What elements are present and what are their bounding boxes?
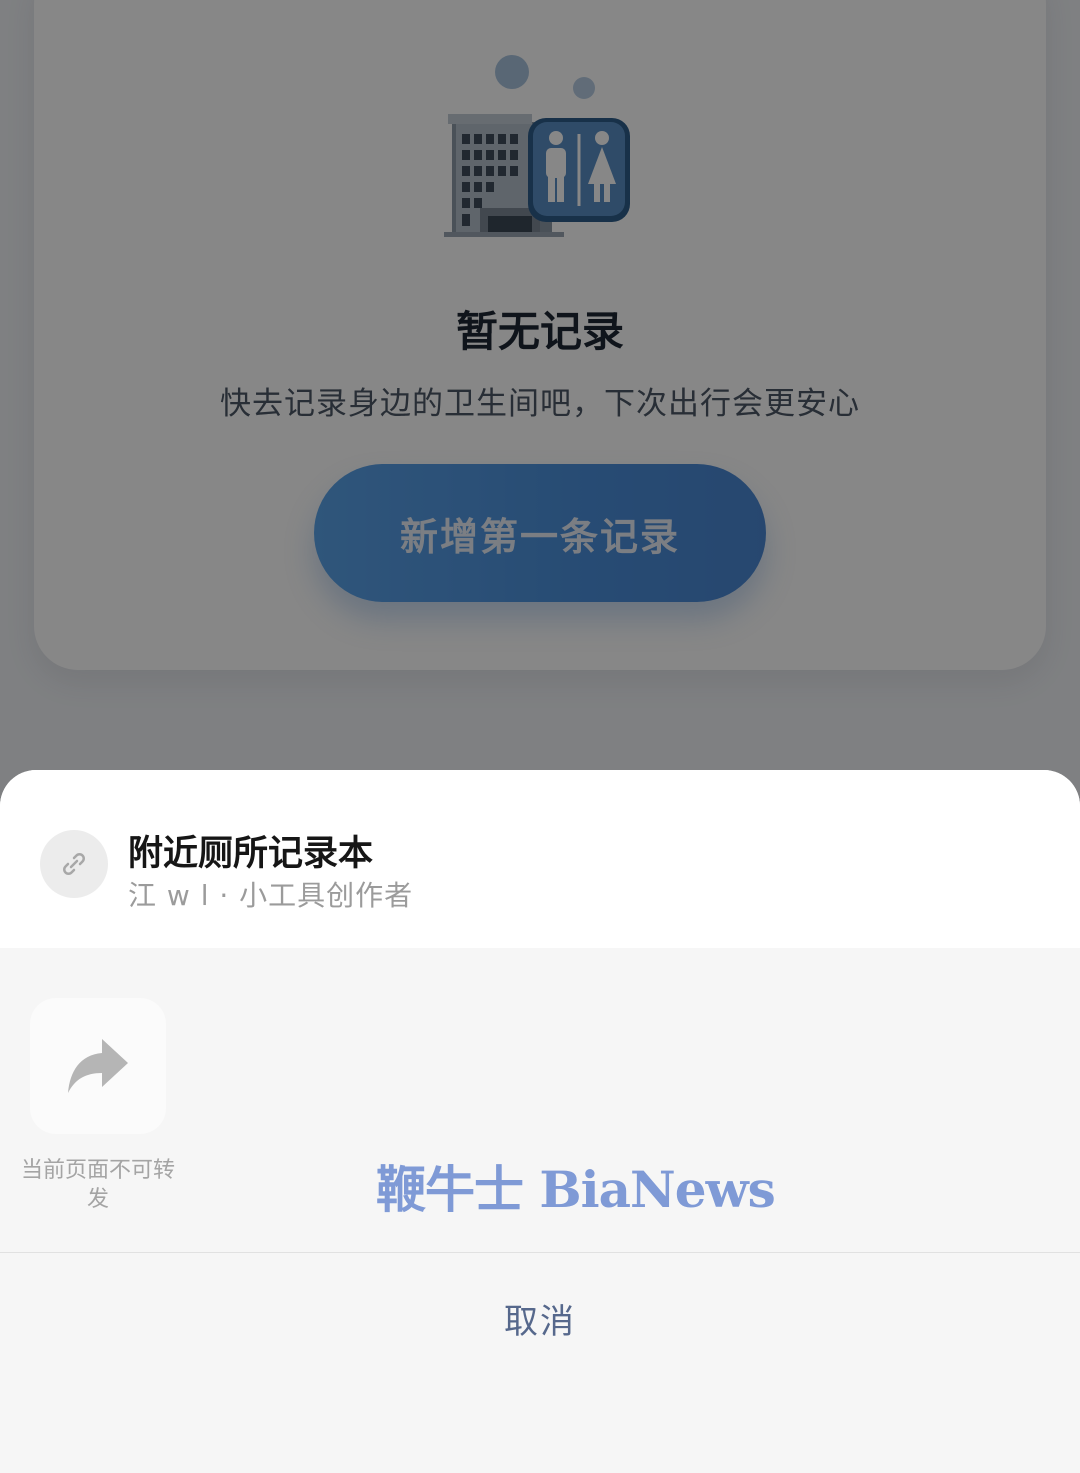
share-sheet: 附近厕所记录本 江 w l · 小工具创作者 当前页面不可转发 鞭牛士 BiaN… xyxy=(0,770,1080,1473)
cancel-button[interactable]: 取消 xyxy=(0,1253,1080,1383)
bianews-watermark: 鞭牛士 BiaNews xyxy=(376,1160,776,1219)
forward-action-tile[interactable] xyxy=(30,998,166,1134)
forward-arrow-icon xyxy=(68,1039,128,1093)
forward-action-label: 当前页面不可转发 xyxy=(20,1158,175,1212)
mini-program-header: 附近厕所记录本 江 w l · 小工具创作者 xyxy=(0,770,1080,948)
mini-program-author: 江 w l · 小工具创作者 xyxy=(128,879,414,912)
mini-program-name: 附近厕所记录本 xyxy=(128,834,374,874)
link-icon xyxy=(63,853,85,875)
mini-program-avatar xyxy=(40,830,108,898)
